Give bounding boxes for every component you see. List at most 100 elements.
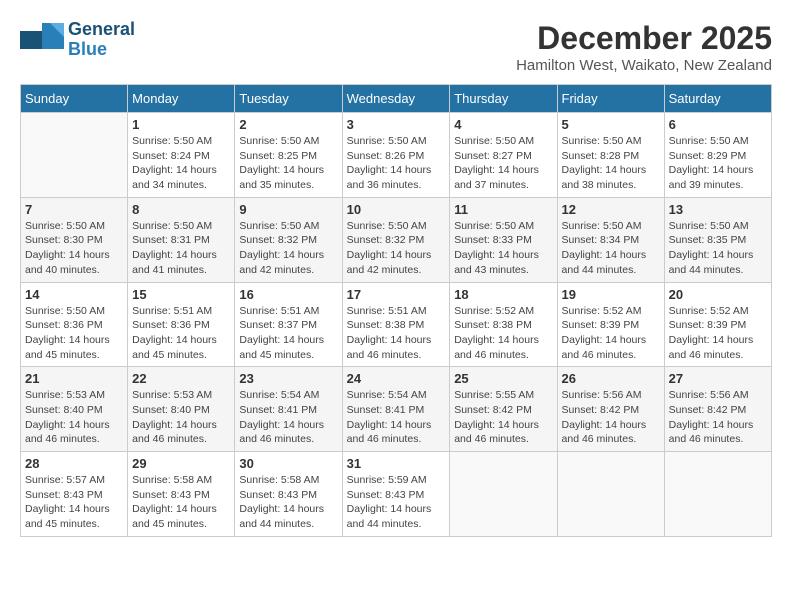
day-info: Sunrise: 5:50 AM Sunset: 8:28 PM Dayligh… bbox=[562, 134, 660, 193]
day-info: Sunrise: 5:50 AM Sunset: 8:26 PM Dayligh… bbox=[347, 134, 446, 193]
day-number: 30 bbox=[239, 456, 337, 471]
day-info: Sunrise: 5:53 AM Sunset: 8:40 PM Dayligh… bbox=[25, 388, 123, 447]
day-info: Sunrise: 5:50 AM Sunset: 8:31 PM Dayligh… bbox=[132, 219, 230, 278]
day-info: Sunrise: 5:50 AM Sunset: 8:32 PM Dayligh… bbox=[347, 219, 446, 278]
calendar-cell: 6 Sunrise: 5:50 AM Sunset: 8:29 PM Daylig… bbox=[664, 113, 771, 198]
day-info: Sunrise: 5:51 AM Sunset: 8:38 PM Dayligh… bbox=[347, 304, 446, 363]
weekday-header-wednesday: Wednesday bbox=[342, 85, 450, 113]
day-number: 3 bbox=[347, 117, 446, 132]
calendar-cell: 7 Sunrise: 5:50 AM Sunset: 8:30 PM Daylig… bbox=[21, 197, 128, 282]
weekday-header-thursday: Thursday bbox=[450, 85, 557, 113]
day-number: 1 bbox=[132, 117, 230, 132]
calendar-week-row: 1Sunrise: 5:50 AM Sunset: 8:24 PM Daylig… bbox=[21, 113, 772, 198]
calendar-cell: 28 Sunrise: 5:57 AM Sunset: 8:43 PM Dayli… bbox=[21, 452, 128, 537]
weekday-header-saturday: Saturday bbox=[664, 85, 771, 113]
day-number: 28 bbox=[25, 456, 123, 471]
day-info: Sunrise: 5:53 AM Sunset: 8:40 PM Dayligh… bbox=[132, 388, 230, 447]
calendar-cell bbox=[450, 452, 557, 537]
month-year-title: December 2025 bbox=[516, 20, 772, 57]
day-info: Sunrise: 5:52 AM Sunset: 8:39 PM Dayligh… bbox=[562, 304, 660, 363]
day-number: 24 bbox=[347, 371, 446, 386]
day-number: 27 bbox=[669, 371, 767, 386]
day-info: Sunrise: 5:50 AM Sunset: 8:30 PM Dayligh… bbox=[25, 219, 123, 278]
day-number: 15 bbox=[132, 287, 230, 302]
day-info: Sunrise: 5:51 AM Sunset: 8:37 PM Dayligh… bbox=[239, 304, 337, 363]
day-info: Sunrise: 5:50 AM Sunset: 8:32 PM Dayligh… bbox=[239, 219, 337, 278]
day-info: Sunrise: 5:50 AM Sunset: 8:33 PM Dayligh… bbox=[454, 219, 552, 278]
day-number: 14 bbox=[25, 287, 123, 302]
logo-blue: Blue bbox=[68, 39, 107, 59]
title-block: December 2025 Hamilton West, Waikato, Ne… bbox=[516, 20, 772, 74]
calendar-cell: 1Sunrise: 5:50 AM Sunset: 8:24 PM Daylig… bbox=[128, 113, 235, 198]
weekday-header-tuesday: Tuesday bbox=[235, 85, 342, 113]
day-info: Sunrise: 5:50 AM Sunset: 8:25 PM Dayligh… bbox=[239, 134, 337, 193]
day-number: 13 bbox=[669, 202, 767, 217]
calendar-header-row: SundayMondayTuesdayWednesdayThursdayFrid… bbox=[21, 85, 772, 113]
day-info: Sunrise: 5:51 AM Sunset: 8:36 PM Dayligh… bbox=[132, 304, 230, 363]
day-info: Sunrise: 5:56 AM Sunset: 8:42 PM Dayligh… bbox=[562, 388, 660, 447]
calendar-cell: 29 Sunrise: 5:58 AM Sunset: 8:43 PM Dayli… bbox=[128, 452, 235, 537]
day-number: 20 bbox=[669, 287, 767, 302]
calendar-cell bbox=[21, 113, 128, 198]
logo-general: General bbox=[68, 19, 135, 39]
calendar-cell: 25Sunrise: 5:55 AM Sunset: 8:42 PM Dayli… bbox=[450, 367, 557, 452]
day-info: Sunrise: 5:50 AM Sunset: 8:36 PM Dayligh… bbox=[25, 304, 123, 363]
day-number: 23 bbox=[239, 371, 337, 386]
day-info: Sunrise: 5:50 AM Sunset: 8:35 PM Dayligh… bbox=[669, 219, 767, 278]
location-subtitle: Hamilton West, Waikato, New Zealand bbox=[516, 57, 772, 74]
calendar-cell: 5 Sunrise: 5:50 AM Sunset: 8:28 PM Daylig… bbox=[557, 113, 664, 198]
day-number: 2 bbox=[239, 117, 337, 132]
day-info: Sunrise: 5:54 AM Sunset: 8:41 PM Dayligh… bbox=[239, 388, 337, 447]
weekday-header-friday: Friday bbox=[557, 85, 664, 113]
calendar-cell: 10 Sunrise: 5:50 AM Sunset: 8:32 PM Dayli… bbox=[342, 197, 450, 282]
day-number: 10 bbox=[347, 202, 446, 217]
day-number: 31 bbox=[347, 456, 446, 471]
day-info: Sunrise: 5:58 AM Sunset: 8:43 PM Dayligh… bbox=[132, 473, 230, 532]
calendar-cell: 3 Sunrise: 5:50 AM Sunset: 8:26 PM Daylig… bbox=[342, 113, 450, 198]
calendar-cell: 12Sunrise: 5:50 AM Sunset: 8:34 PM Dayli… bbox=[557, 197, 664, 282]
day-number: 4 bbox=[454, 117, 552, 132]
day-number: 26 bbox=[562, 371, 660, 386]
day-info: Sunrise: 5:54 AM Sunset: 8:41 PM Dayligh… bbox=[347, 388, 446, 447]
weekday-header-monday: Monday bbox=[128, 85, 235, 113]
day-info: Sunrise: 5:59 AM Sunset: 8:43 PM Dayligh… bbox=[347, 473, 446, 532]
day-number: 9 bbox=[239, 202, 337, 217]
day-number: 29 bbox=[132, 456, 230, 471]
day-number: 12 bbox=[562, 202, 660, 217]
calendar-cell: 30 Sunrise: 5:58 AM Sunset: 8:43 PM Dayli… bbox=[235, 452, 342, 537]
calendar-cell: 11Sunrise: 5:50 AM Sunset: 8:33 PM Dayli… bbox=[450, 197, 557, 282]
day-number: 5 bbox=[562, 117, 660, 132]
day-info: Sunrise: 5:50 AM Sunset: 8:29 PM Dayligh… bbox=[669, 134, 767, 193]
day-number: 18 bbox=[454, 287, 552, 302]
day-info: Sunrise: 5:55 AM Sunset: 8:42 PM Dayligh… bbox=[454, 388, 552, 447]
calendar-week-row: 21 Sunrise: 5:53 AM Sunset: 8:40 PM Dayli… bbox=[21, 367, 772, 452]
calendar-cell bbox=[664, 452, 771, 537]
calendar-cell: 17Sunrise: 5:51 AM Sunset: 8:38 PM Dayli… bbox=[342, 282, 450, 367]
day-number: 19 bbox=[562, 287, 660, 302]
day-info: Sunrise: 5:57 AM Sunset: 8:43 PM Dayligh… bbox=[25, 473, 123, 532]
calendar-week-row: 7 Sunrise: 5:50 AM Sunset: 8:30 PM Daylig… bbox=[21, 197, 772, 282]
weekday-header-sunday: Sunday bbox=[21, 85, 128, 113]
calendar-cell: 23 Sunrise: 5:54 AM Sunset: 8:41 PM Dayli… bbox=[235, 367, 342, 452]
calendar-cell: 13 Sunrise: 5:50 AM Sunset: 8:35 PM Dayli… bbox=[664, 197, 771, 282]
logo: General Blue bbox=[20, 20, 135, 60]
calendar-cell: 4Sunrise: 5:50 AM Sunset: 8:27 PM Daylig… bbox=[450, 113, 557, 198]
calendar-cell bbox=[557, 452, 664, 537]
calendar-cell: 31 Sunrise: 5:59 AM Sunset: 8:43 PM Dayli… bbox=[342, 452, 450, 537]
day-info: Sunrise: 5:52 AM Sunset: 8:39 PM Dayligh… bbox=[669, 304, 767, 363]
calendar-cell: 18Sunrise: 5:52 AM Sunset: 8:38 PM Dayli… bbox=[450, 282, 557, 367]
calendar-cell: 8Sunrise: 5:50 AM Sunset: 8:31 PM Daylig… bbox=[128, 197, 235, 282]
day-info: Sunrise: 5:58 AM Sunset: 8:43 PM Dayligh… bbox=[239, 473, 337, 532]
day-number: 7 bbox=[25, 202, 123, 217]
calendar-cell: 20 Sunrise: 5:52 AM Sunset: 8:39 PM Dayli… bbox=[664, 282, 771, 367]
day-number: 6 bbox=[669, 117, 767, 132]
calendar-cell: 15 Sunrise: 5:51 AM Sunset: 8:36 PM Dayli… bbox=[128, 282, 235, 367]
calendar-cell: 21 Sunrise: 5:53 AM Sunset: 8:40 PM Dayli… bbox=[21, 367, 128, 452]
calendar-cell: 24 Sunrise: 5:54 AM Sunset: 8:41 PM Dayli… bbox=[342, 367, 450, 452]
day-number: 21 bbox=[25, 371, 123, 386]
calendar-cell: 9 Sunrise: 5:50 AM Sunset: 8:32 PM Daylig… bbox=[235, 197, 342, 282]
calendar-week-row: 14 Sunrise: 5:50 AM Sunset: 8:36 PM Dayli… bbox=[21, 282, 772, 367]
day-info: Sunrise: 5:56 AM Sunset: 8:42 PM Dayligh… bbox=[669, 388, 767, 447]
calendar-cell: 2 Sunrise: 5:50 AM Sunset: 8:25 PM Daylig… bbox=[235, 113, 342, 198]
calendar-cell: 26 Sunrise: 5:56 AM Sunset: 8:42 PM Dayli… bbox=[557, 367, 664, 452]
